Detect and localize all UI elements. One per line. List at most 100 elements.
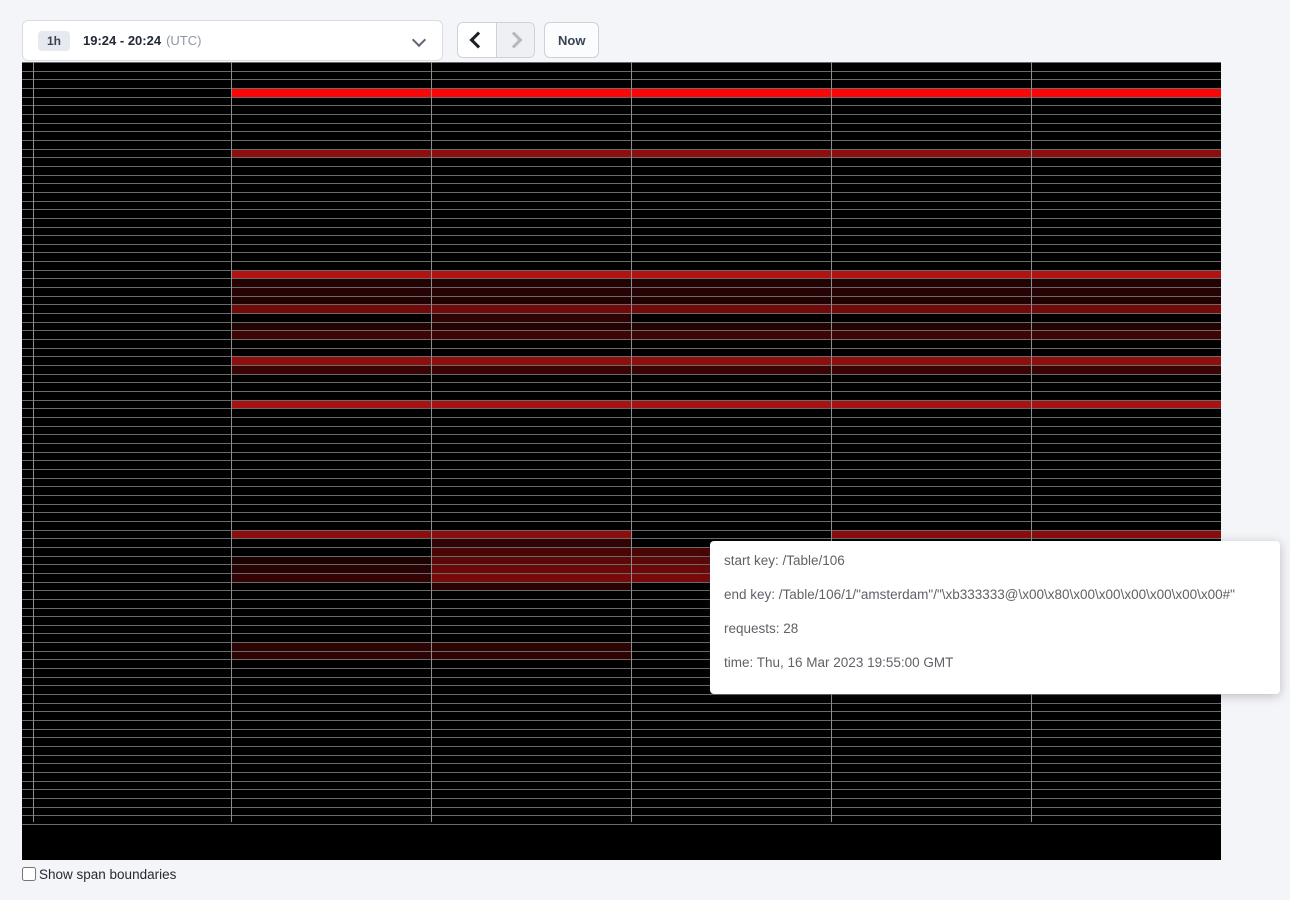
time-gridline: [831, 62, 832, 822]
span-boundary-line: [22, 270, 1221, 271]
span-boundary-line: [22, 322, 1221, 323]
span-boundary-line: [22, 737, 1221, 738]
prev-interval-button[interactable]: [458, 23, 497, 57]
span-boundary-line: [22, 339, 1221, 340]
show-span-boundaries-checkbox[interactable]: [22, 867, 36, 881]
span-boundary-line: [22, 512, 1221, 513]
span-boundary-line: [22, 530, 1221, 531]
span-boundary-line: [22, 391, 1221, 392]
heat-band: [231, 288, 1221, 296]
span-boundary-line: [22, 88, 1221, 89]
now-button[interactable]: Now: [544, 22, 599, 58]
span-boundary-line: [22, 365, 1221, 366]
span-boundary-line: [22, 183, 1221, 184]
span-boundary-line: [22, 114, 1221, 115]
span-boundary-line: [22, 815, 1221, 816]
heat-band: [231, 305, 1221, 313]
span-boundary-line: [22, 348, 1221, 349]
time-gridline: [1031, 62, 1032, 822]
span-boundary-line: [22, 218, 1221, 219]
span-boundary-line: [22, 729, 1221, 730]
time-range-select[interactable]: 1h 19:24 - 20:24 (UTC): [22, 20, 443, 61]
span-boundaries-control: Show span boundaries: [22, 867, 176, 882]
chevron-right-icon: [505, 32, 522, 49]
span-boundary-line: [22, 374, 1221, 375]
show-span-boundaries-label: Show span boundaries: [39, 867, 176, 882]
next-interval-button[interactable]: [497, 23, 535, 57]
span-boundary-line: [22, 781, 1221, 782]
heat-band: [231, 279, 1221, 287]
span-boundary-line: [22, 746, 1221, 747]
span-boundary-line: [22, 486, 1221, 487]
heat-band: [231, 323, 1221, 331]
span-boundary-line: [22, 97, 1221, 98]
time-nav-group: [457, 22, 535, 58]
span-boundary-line: [22, 755, 1221, 756]
heat-band: [231, 150, 1221, 158]
time-gridline: [231, 62, 232, 822]
span-boundary-line: [22, 772, 1221, 773]
span-boundary-line: [22, 287, 1221, 288]
heat-band: [231, 297, 1221, 305]
heat-band: [231, 574, 431, 582]
key-visualizer-heatmap[interactable]: [22, 62, 1221, 860]
span-boundary-line: [22, 166, 1221, 167]
span-boundary-line: [22, 140, 1221, 141]
span-boundary-line: [22, 382, 1221, 383]
span-boundary-line: [22, 252, 1221, 253]
heat-band: [431, 539, 631, 547]
span-boundary-line: [22, 703, 1221, 704]
span-boundary-line: [22, 330, 1221, 331]
span-boundary-line: [22, 235, 1221, 236]
heat-band: [231, 271, 1221, 279]
span-boundary-line: [22, 209, 1221, 210]
span-boundary-line: [22, 105, 1221, 106]
chevron-down-icon: [412, 33, 426, 47]
span-boundary-line: [22, 244, 1221, 245]
span-boundary-line: [22, 227, 1221, 228]
span-boundary-line: [22, 504, 1221, 505]
span-boundary-line: [22, 711, 1221, 712]
span-boundary-line: [22, 417, 1221, 418]
time-range-text: 19:24 - 20:24: [83, 33, 161, 48]
tooltip-end-key: end key: /Table/106/1/"amsterdam"/"\xb33…: [724, 588, 1266, 602]
tooltip-time: time: Thu, 16 Mar 2023 19:55:00 GMT: [724, 656, 1266, 670]
span-boundary-line: [22, 304, 1221, 305]
span-boundary-line: [22, 296, 1221, 297]
span-boundary-line: [22, 79, 1221, 80]
heat-band: [231, 366, 1221, 374]
span-boundary-line: [22, 123, 1221, 124]
span-boundary-line: [22, 798, 1221, 799]
heat-band: [231, 331, 1221, 339]
span-boundary-line: [22, 443, 1221, 444]
span-boundary-line: [22, 460, 1221, 461]
span-boundary-line: [22, 763, 1221, 764]
span-boundary-line: [22, 469, 1221, 470]
time-range-badge: 1h: [38, 31, 70, 51]
chevron-left-icon: [470, 32, 487, 49]
heat-band: [231, 357, 1221, 365]
span-boundary-line: [22, 521, 1221, 522]
span-boundary-line: [22, 157, 1221, 158]
span-boundary-line: [22, 824, 1221, 825]
span-boundary-line: [22, 131, 1221, 132]
span-boundary-line: [22, 313, 1221, 314]
span-boundary-line: [22, 434, 1221, 435]
span-boundary-line: [22, 261, 1221, 262]
span-boundary-line: [22, 807, 1221, 808]
span-boundary-line: [22, 71, 1221, 72]
span-boundary-line: [22, 452, 1221, 453]
span-boundary-line: [22, 149, 1221, 150]
span-boundary-line: [22, 789, 1221, 790]
span-tooltip: start key: /Table/106 end key: /Table/10…: [710, 541, 1280, 694]
heat-band: [231, 565, 431, 573]
span-boundary-line: [22, 175, 1221, 176]
span-boundary-line: [22, 478, 1221, 479]
heat-band: [431, 583, 631, 591]
heat-band: [431, 314, 631, 322]
heat-band: [831, 531, 1221, 539]
heat-band: [231, 557, 431, 565]
span-boundary-line: [22, 201, 1221, 202]
span-boundary-line: [22, 192, 1221, 193]
span-boundary-line: [22, 356, 1221, 357]
